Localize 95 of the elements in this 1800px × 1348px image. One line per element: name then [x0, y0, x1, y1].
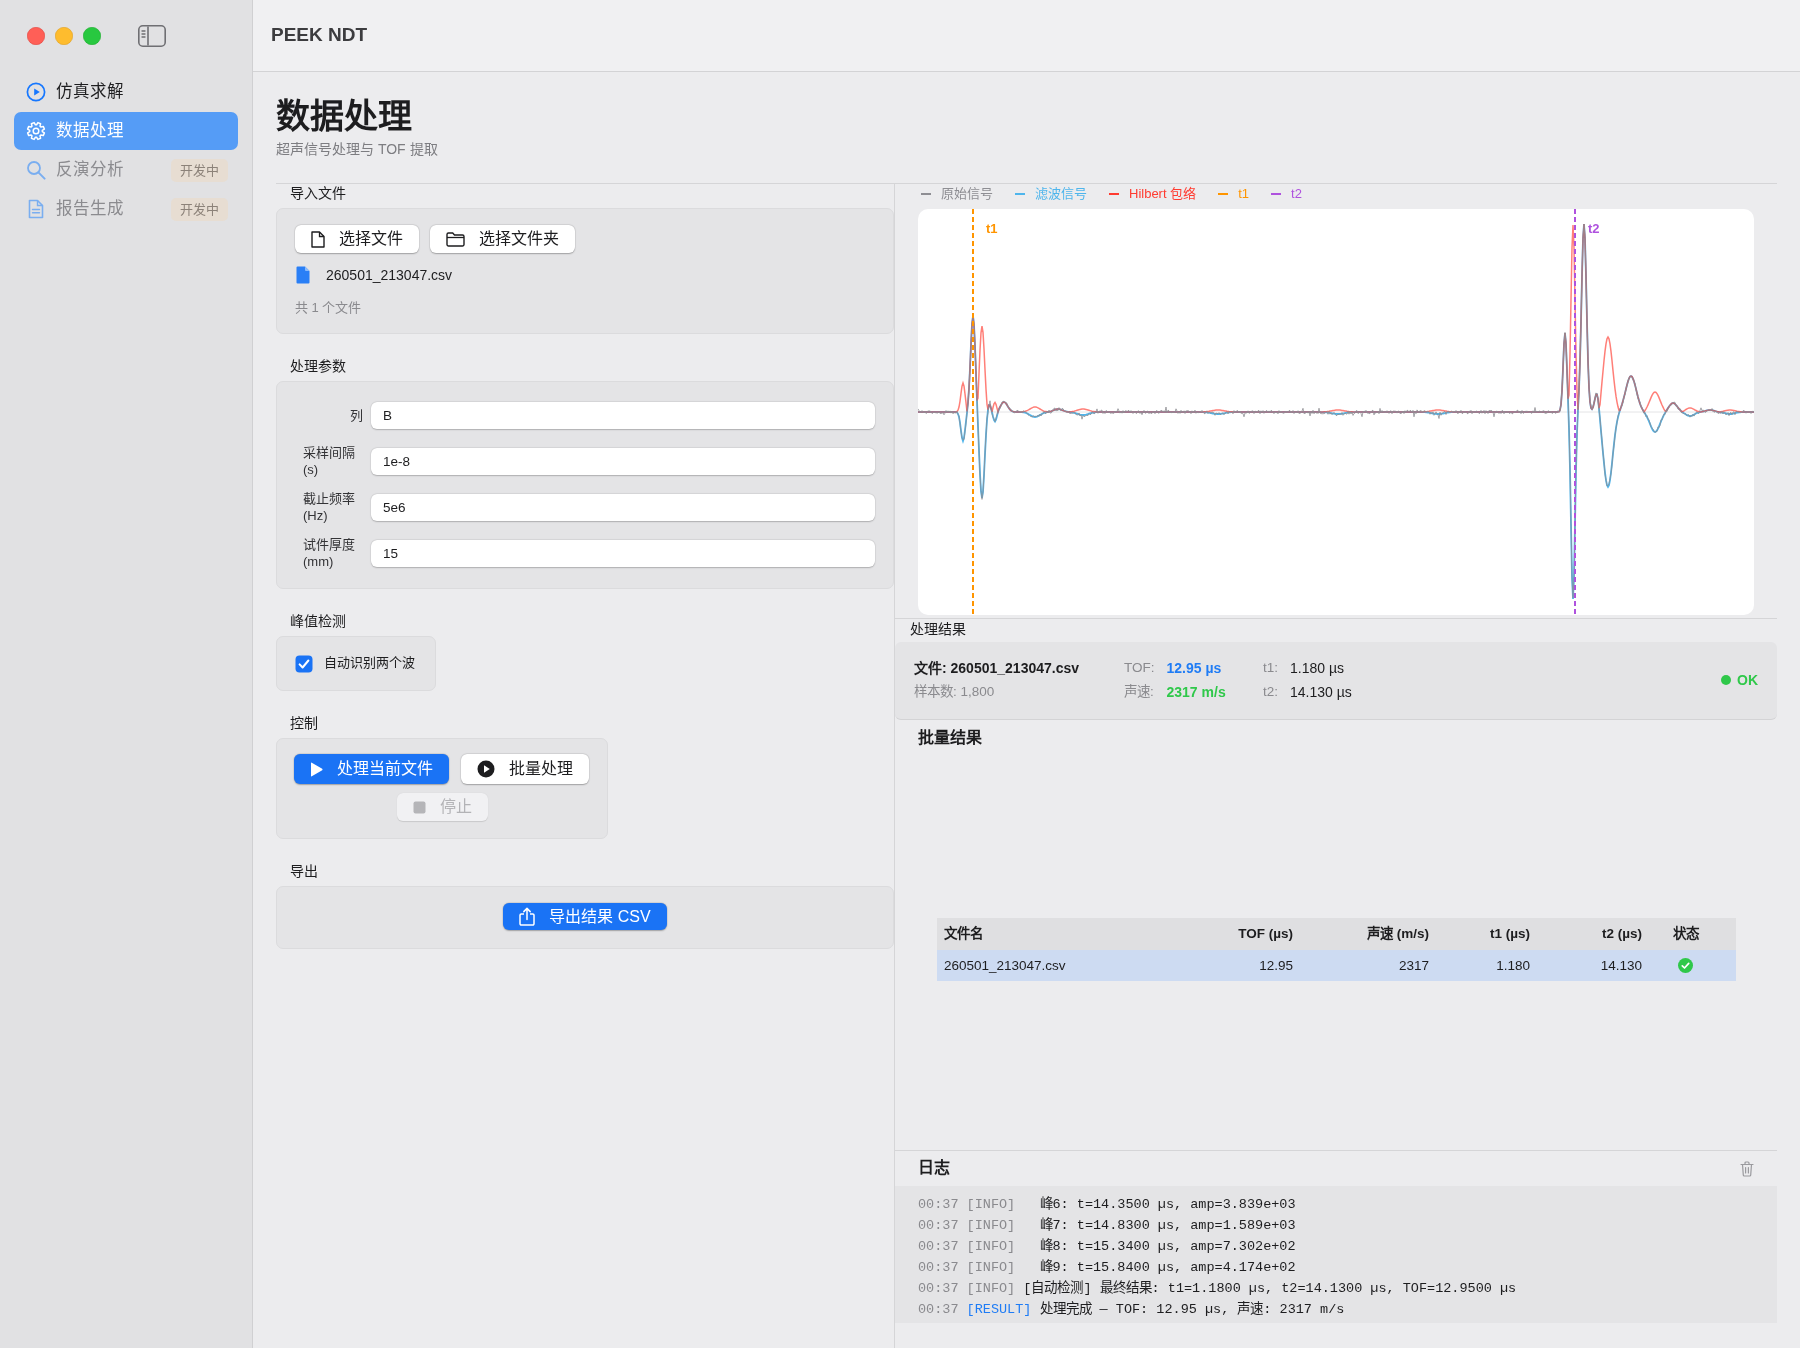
- table-cell-text: 2317: [1397, 956, 1430, 975]
- column-header[interactable]: t2 (µs): [1537, 925, 1649, 943]
- section-heading: 批量结果: [917, 728, 983, 748]
- window-title: PEEK NDT: [271, 23, 368, 48]
- log-message: 峰6: t=14.3500 µs, amp=3.839e+03: [1039, 1195, 1296, 1214]
- file-count: 共 1 个文件: [295, 299, 363, 317]
- checkbox-label[interactable]: 自动识别两个波: [324, 655, 415, 672]
- log-timestamp: 00:37: [918, 1259, 959, 1277]
- minimize-window-icon[interactable]: [55, 27, 73, 45]
- legend-label: 滤波信号: [1035, 185, 1087, 203]
- document-icon: [28, 199, 44, 219]
- section-heading: 处理参数: [289, 357, 347, 376]
- search-icon: [26, 160, 46, 180]
- marker-label: t1: [986, 221, 998, 236]
- field-label: 试件厚度 (mm): [303, 536, 356, 570]
- metric-label: t1:: [1263, 659, 1278, 677]
- metric-value: 1.180 µs: [1290, 659, 1345, 678]
- log-message: 峰7: t=14.8300 µs, amp=1.589e+03: [1039, 1216, 1296, 1235]
- log-timestamp: 00:37: [918, 1196, 959, 1214]
- section-heading: 处理结果: [909, 620, 967, 639]
- play-circle-icon: [26, 82, 46, 102]
- zoom-window-icon[interactable]: [83, 27, 101, 45]
- batch-process-button[interactable]: 批量处理: [461, 754, 589, 784]
- gear-icon: [26, 121, 46, 141]
- log-level-tag: [RESULT]: [966, 1299, 1032, 1320]
- metric-value: 12.95 µs: [1166, 659, 1223, 678]
- column-header[interactable]: 状态: [1649, 925, 1736, 943]
- log-message: [自动检测] 最终结果: t1=1.1800 µs, t2=14.1300 µs, TOF=12.9500 µs: [1023, 1279, 1517, 1298]
- page-title: 数据处理: [276, 96, 413, 137]
- field-label: 列: [350, 406, 363, 424]
- section-heading: 导入文件: [289, 184, 347, 203]
- sample-count: 样本数: 1,800: [914, 683, 996, 701]
- metric-value: 2317 m/s: [1166, 683, 1226, 702]
- log-timestamp: 00:37: [918, 1301, 959, 1319]
- field-label: 截止频率 (Hz): [303, 490, 356, 524]
- text-field[interactable]: 5e6: [371, 493, 875, 521]
- result-file-name: 文件: 260501_213047.csv: [914, 659, 1081, 678]
- log-message: 处理完成 — TOF: 12.95 µs, 声速: 2317 m/s: [1039, 1300, 1345, 1319]
- log-message: 峰8: t=15.3400 µs, amp=7.302e+02: [1039, 1237, 1296, 1256]
- column-header[interactable]: 声速 (m/s): [1300, 925, 1436, 943]
- log-timestamp: 00:37: [918, 1238, 959, 1256]
- text-field[interactable]: 1e-8: [371, 447, 875, 475]
- table-cell-text: 1.180: [1495, 956, 1531, 975]
- choose-folder-button[interactable]: 选择文件夹: [430, 225, 575, 253]
- section-heading: 导出: [289, 862, 319, 881]
- document-icon: [311, 230, 325, 248]
- sidebar-item[interactable]: 仿真求解: [14, 73, 238, 111]
- metric-label: t2:: [1263, 683, 1278, 701]
- file-icon: [296, 266, 310, 284]
- status-tag: 开发中: [171, 158, 228, 182]
- play-icon: [310, 761, 323, 777]
- field-label: 采样间隔 (s): [303, 444, 356, 478]
- sidebar-toggle-icon[interactable]: [138, 25, 166, 47]
- page-subtitle: 超声信号处理与 TOF 提取: [276, 140, 439, 158]
- column-header[interactable]: TOF (µs): [1200, 925, 1300, 943]
- legend-label: t1: [1238, 185, 1250, 203]
- checkbox[interactable]: [295, 654, 313, 673]
- status-text: OK: [1737, 670, 1758, 690]
- metric-label: TOF:: [1124, 659, 1155, 677]
- log-level-tag: [INFO]: [966, 1194, 1016, 1215]
- column-header[interactable]: t1 (µs): [1436, 925, 1537, 943]
- file-name[interactable]: 260501_213047.csv: [326, 265, 453, 285]
- trash-icon[interactable]: [1740, 1160, 1754, 1177]
- legend-label: 原始信号: [941, 185, 993, 203]
- close-window-icon[interactable]: [27, 27, 45, 45]
- log-level-tag: [INFO]: [966, 1215, 1016, 1236]
- stop-icon: [412, 800, 426, 814]
- metric-label: 声速:: [1124, 683, 1155, 701]
- process-file-button[interactable]: 处理当前文件: [294, 754, 449, 784]
- marker-label: t2: [1588, 221, 1600, 236]
- log-timestamp: 00:37: [918, 1217, 959, 1235]
- legend-label: Hilbert 包络: [1129, 185, 1197, 203]
- log-level-tag: [INFO]: [966, 1257, 1016, 1278]
- export-csv-button[interactable]: 导出结果 CSV: [503, 903, 667, 930]
- legend-label: t2: [1291, 185, 1302, 203]
- table-row[interactable]: 260501_213047.csv 12.95 2317 1.180 14.130: [937, 950, 1736, 981]
- column-header[interactable]: 文件名: [937, 925, 1200, 943]
- text-field[interactable]: 15: [371, 539, 875, 567]
- log-message: 峰9: t=15.8400 µs, amp=4.174e+02: [1039, 1258, 1296, 1277]
- share-icon: [519, 907, 536, 926]
- table-cell-text: 12.95: [1258, 956, 1294, 975]
- section-heading: 控制: [289, 714, 319, 733]
- status-tag: 开发中: [171, 197, 228, 221]
- log-level-tag: [INFO]: [966, 1278, 1016, 1299]
- table-cell-text: 260501_213047.csv: [943, 956, 1067, 975]
- section-heading: 日志: [918, 1158, 950, 1179]
- log-timestamp: 00:37: [918, 1280, 959, 1298]
- text-field[interactable]: B: [371, 401, 875, 429]
- log-level-tag: [INFO]: [966, 1236, 1016, 1257]
- play-circle-icon: [477, 760, 495, 778]
- choose-file-button[interactable]: 选择文件: [295, 225, 419, 253]
- table-cell-text: 14.130: [1599, 956, 1643, 975]
- folder-icon: [446, 231, 465, 247]
- metric-value: 14.130 µs: [1290, 683, 1352, 702]
- section-heading: 峰值检测: [289, 612, 347, 631]
